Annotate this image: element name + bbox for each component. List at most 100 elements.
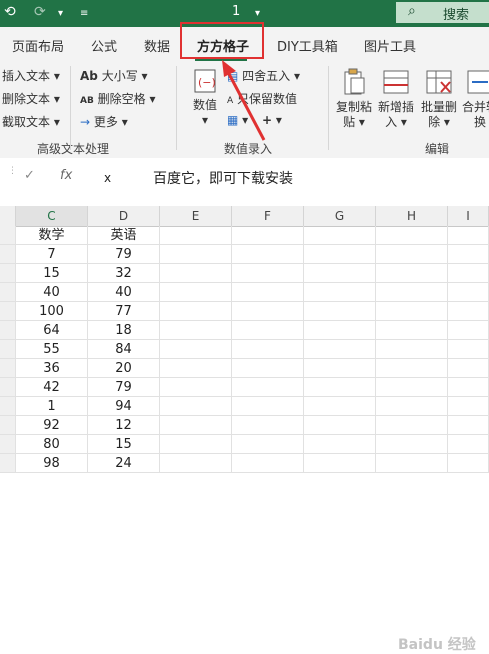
cell-empty[interactable]	[376, 378, 448, 397]
cell-empty[interactable]	[160, 397, 232, 416]
batch-delete-button[interactable]: 批量删除 ▾	[419, 68, 459, 130]
cell-empty[interactable]	[376, 416, 448, 435]
title-dropdown-icon[interactable]: ▾	[255, 8, 260, 19]
row-header[interactable]	[0, 226, 16, 245]
row-header[interactable]	[0, 321, 16, 340]
cell-empty[interactable]	[160, 226, 232, 245]
row-header[interactable]	[0, 397, 16, 416]
row-header[interactable]	[0, 264, 16, 283]
tab-formulas[interactable]: 公式	[91, 36, 117, 55]
tab-page-layout[interactable]: 页面布局	[12, 36, 64, 55]
cell-empty[interactable]	[160, 359, 232, 378]
cell-empty[interactable]	[232, 245, 304, 264]
column-header-e[interactable]: E	[160, 206, 232, 226]
cell-math[interactable]: 15	[16, 264, 88, 283]
row-header[interactable]	[0, 283, 16, 302]
cell-empty[interactable]	[304, 378, 376, 397]
cell-empty[interactable]	[232, 283, 304, 302]
spreadsheet-grid[interactable]: C D E F G H I 数学 英语 7 79 15 32 40 40 100 77 64 18 55…	[0, 196, 489, 653]
cell-english[interactable]: 12	[88, 416, 160, 435]
cell-math[interactable]: 98	[16, 454, 88, 473]
cell-empty[interactable]	[376, 226, 448, 245]
insert-symbol-button[interactable]: ▦ ▾ + ▾	[227, 113, 282, 127]
remove-spaces-button[interactable]: AB 删除空格 ▾	[80, 90, 156, 107]
merge-convert-button[interactable]: 合并转换	[460, 68, 489, 130]
cell-math[interactable]: 数学	[16, 226, 88, 245]
cell-math[interactable]: 36	[16, 359, 88, 378]
cell-math[interactable]: 1	[16, 397, 88, 416]
cell-empty[interactable]	[448, 245, 489, 264]
cell-empty[interactable]	[160, 264, 232, 283]
cell-empty[interactable]	[304, 321, 376, 340]
column-header-g[interactable]: G	[304, 206, 376, 226]
cell-empty[interactable]	[160, 340, 232, 359]
cell-empty[interactable]	[448, 454, 489, 473]
cell-empty[interactable]	[160, 378, 232, 397]
cell-english[interactable]: 18	[88, 321, 160, 340]
cell-empty[interactable]	[304, 283, 376, 302]
row-header[interactable]	[0, 435, 16, 454]
cell-empty[interactable]	[376, 283, 448, 302]
cell-empty[interactable]	[376, 245, 448, 264]
fx-icon[interactable]: fx	[60, 168, 72, 183]
check-icon[interactable]: ✓	[24, 168, 35, 183]
cell-english[interactable]: 15	[88, 435, 160, 454]
cell-empty[interactable]	[232, 435, 304, 454]
cell-english[interactable]: 79	[88, 378, 160, 397]
cell-empty[interactable]	[232, 321, 304, 340]
cell-empty[interactable]	[160, 283, 232, 302]
delete-text-button[interactable]: 删除文本 ▾	[2, 90, 60, 107]
cell-english[interactable]: 20	[88, 359, 160, 378]
cell-english[interactable]: 32	[88, 264, 160, 283]
cell-math[interactable]: 55	[16, 340, 88, 359]
copy-paste-button[interactable]: 复制粘贴 ▾	[334, 68, 374, 130]
cell-math[interactable]: 80	[16, 435, 88, 454]
cell-math[interactable]: 40	[16, 283, 88, 302]
cell-empty[interactable]	[376, 340, 448, 359]
more-button[interactable]: → 更多 ▾	[80, 113, 128, 130]
cell-english[interactable]: 79	[88, 245, 160, 264]
cell-empty[interactable]	[376, 397, 448, 416]
cell-empty[interactable]	[376, 435, 448, 454]
row-header-corner[interactable]	[0, 206, 16, 226]
cell-english[interactable]: 英语	[88, 226, 160, 245]
cell-english[interactable]: 77	[88, 302, 160, 321]
row-header[interactable]	[0, 245, 16, 264]
cell-empty[interactable]	[448, 397, 489, 416]
tab-data[interactable]: 数据	[144, 36, 170, 55]
row-header[interactable]	[0, 416, 16, 435]
cell-empty[interactable]	[448, 264, 489, 283]
insert-text-button[interactable]: 插入文本 ▾	[2, 67, 60, 84]
column-header-h[interactable]: H	[376, 206, 448, 226]
column-header-d[interactable]: D	[88, 206, 160, 226]
row-header[interactable]	[0, 359, 16, 378]
cell-empty[interactable]	[448, 226, 489, 245]
cell-math[interactable]: 100	[16, 302, 88, 321]
cell-empty[interactable]	[232, 378, 304, 397]
cell-empty[interactable]	[376, 264, 448, 283]
row-header[interactable]	[0, 454, 16, 473]
dropdown-icon[interactable]: ▾	[58, 8, 63, 19]
cell-empty[interactable]	[232, 264, 304, 283]
cell-empty[interactable]	[304, 416, 376, 435]
cell-empty[interactable]	[448, 378, 489, 397]
cell-empty[interactable]	[160, 416, 232, 435]
column-header-f[interactable]: F	[232, 206, 304, 226]
round-button[interactable]: ▤ 四舍五入 ▾	[227, 67, 300, 84]
cell-empty[interactable]	[448, 359, 489, 378]
numeric-button[interactable]: (−) 数值 ▾	[186, 68, 224, 128]
cell-empty[interactable]	[376, 359, 448, 378]
cell-empty[interactable]	[232, 397, 304, 416]
cell-empty[interactable]	[376, 454, 448, 473]
cell-empty[interactable]	[376, 302, 448, 321]
cell-empty[interactable]	[304, 359, 376, 378]
cell-empty[interactable]	[304, 226, 376, 245]
redo-icon[interactable]: ⟲	[4, 4, 16, 20]
row-header[interactable]	[0, 378, 16, 397]
cell-empty[interactable]	[232, 226, 304, 245]
cell-empty[interactable]	[448, 302, 489, 321]
formula-input[interactable]: x 百度它，即可下载安装	[95, 166, 489, 190]
cell-math[interactable]: 42	[16, 378, 88, 397]
cell-empty[interactable]	[232, 340, 304, 359]
cell-empty[interactable]	[232, 416, 304, 435]
